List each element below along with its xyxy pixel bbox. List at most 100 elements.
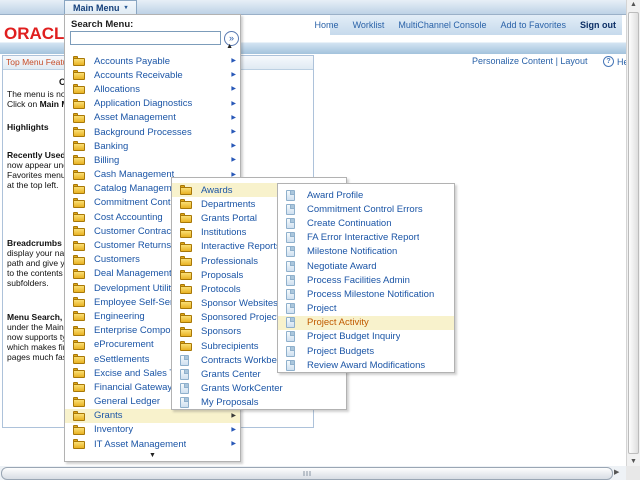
folder-icon (73, 425, 85, 435)
menu-scroll-down-icon[interactable]: ▼ (149, 452, 156, 459)
menu-item-negotiate-award[interactable]: Negotiate Award (278, 259, 454, 273)
menu-item-allocations[interactable]: Allocations ▶ (65, 82, 240, 96)
page-icon (180, 383, 189, 394)
worklist-link[interactable]: Worklist (353, 20, 385, 30)
folder-icon (180, 199, 192, 209)
folder-icon (180, 185, 192, 195)
folder-icon (73, 184, 85, 194)
menu-item-project-budgets[interactable]: Project Budgets (278, 344, 454, 358)
pagelet-text-line: under the Main (7, 322, 69, 332)
folder-icon (73, 439, 85, 449)
menu-item-project[interactable]: Project (278, 302, 454, 316)
scrollbar-right-arrow-icon[interactable]: ▶ (614, 469, 619, 476)
page-icon (286, 190, 295, 201)
pagelet-text-line: path and give you (7, 258, 69, 268)
menu-scroll-up-icon[interactable]: ▲ (226, 43, 233, 50)
pagelet-text-line: Menu Search, (7, 312, 69, 322)
menu-item-banking[interactable]: Banking ▶ (65, 139, 240, 153)
menu-item-grants-workcenter[interactable]: Grants WorkCenter (172, 382, 346, 396)
pagelet-text-line: now supports type (7, 332, 69, 342)
scrollbar-grip (304, 471, 311, 476)
pagelet-text-line: Click on Main Menu (7, 99, 69, 109)
home-link[interactable]: Home (315, 20, 339, 30)
pagelet-text-line: Highlights (7, 122, 69, 132)
folder-icon (73, 56, 85, 66)
add-to-favorites-link[interactable]: Add to Favorites (500, 20, 566, 30)
folder-icon (180, 299, 192, 309)
folder-icon (73, 269, 85, 279)
menu-item-accounts-receivable[interactable]: Accounts Receivable ▶ (65, 68, 240, 82)
search-menu-input[interactable] (70, 31, 221, 45)
folder-icon (180, 228, 192, 238)
menu-item-project-budget-inquiry[interactable]: Project Budget Inquiry (278, 330, 454, 344)
menu-item-process-milestone-notification[interactable]: Process Milestone Notification (278, 287, 454, 301)
main-menu-button[interactable]: Main Menu ▾ (64, 0, 137, 15)
menu-item-award-profile[interactable]: Award Profile (278, 188, 454, 202)
folder-icon (180, 341, 192, 351)
pagelet-text-line: pages much faster. (7, 352, 69, 362)
pagelet-text-line: at the top left. (7, 180, 69, 190)
submenu-arrow-icon: ▶ (231, 129, 236, 135)
scrollbar-down-arrow-icon[interactable]: ▼ (627, 458, 640, 465)
folder-icon (73, 226, 85, 236)
folder-icon (73, 99, 85, 109)
page-icon (286, 360, 295, 371)
pagelet-text-line: Recently Used (7, 150, 69, 160)
submenu-arrow-icon: ▶ (231, 72, 236, 78)
menu-item-milestone-notification[interactable]: Milestone Notification (278, 245, 454, 259)
menu-item-application-diagnostics[interactable]: Application Diagnostics ▶ (65, 97, 240, 111)
submenu-arrow-icon: ▶ (231, 157, 236, 163)
page-icon (286, 331, 295, 342)
help-icon: ? (603, 56, 614, 67)
sign-out-link[interactable]: Sign out (580, 20, 616, 30)
menu-item-billing[interactable]: Billing ▶ (65, 153, 240, 167)
pagelet-text-line: display your navigation (7, 248, 69, 258)
awards-submenu-panel: Award Profile Commitment Control Errors … (277, 183, 455, 373)
menu-item-background-processes[interactable]: Background Processes ▶ (65, 125, 240, 139)
vertical-scrollbar-thumb[interactable] (628, 12, 639, 454)
menu-item-fa-error-interactive-report[interactable]: FA Error Interactive Report (278, 231, 454, 245)
scrollbar-up-arrow-icon[interactable]: ▲ (627, 1, 640, 8)
pagelet-text-line: now appear under (7, 160, 69, 170)
pagelet-body: O The menu is nowClick on Main MenuHighl… (3, 70, 69, 362)
folder-icon (73, 397, 85, 407)
menu-item-it-asset-management[interactable]: IT Asset Management ▶ (65, 437, 240, 451)
folder-icon (73, 155, 85, 165)
menu-item-commitment-control-errors[interactable]: Commitment Control Errors (278, 202, 454, 216)
multichannel-console-link[interactable]: MultiChannel Console (398, 20, 486, 30)
scrollbar-corner (626, 466, 640, 480)
menu-item-process-facilities-admin[interactable]: Process Facilities Admin (278, 273, 454, 287)
page-icon (286, 232, 295, 243)
menu-item-create-continuation[interactable]: Create Continuation (278, 216, 454, 230)
vertical-scrollbar[interactable]: ▲ ▼ (626, 0, 640, 466)
submenu-arrow-icon: ▶ (231, 58, 236, 64)
menu-item-grants[interactable]: Grants ▶ (65, 409, 240, 423)
menu-item-inventory[interactable]: Inventory ▶ (65, 423, 240, 437)
layout-link[interactable]: Layout (560, 56, 587, 66)
pagelet-text-line: The menu is now (7, 89, 69, 99)
menu-item-accounts-payable[interactable]: Accounts Payable ▶ (65, 54, 240, 68)
folder-icon (180, 270, 192, 280)
submenu-arrow-icon: ▶ (231, 115, 236, 121)
horizontal-scrollbar-thumb[interactable] (1, 467, 613, 480)
utility-links-band: Home Worklist MultiChannel Console Add t… (330, 14, 622, 35)
personalize-content-link[interactable]: Personalize Content (472, 56, 553, 66)
menu-item-my-proposals[interactable]: My Proposals (172, 396, 346, 410)
page-icon (180, 355, 189, 366)
folder-icon (180, 213, 192, 223)
page-icon (286, 275, 295, 286)
menu-item-review-award-modifications[interactable]: Review Award Modifications (278, 358, 454, 372)
folder-icon (73, 311, 85, 321)
folder-icon (73, 411, 85, 421)
menu-item-asset-management[interactable]: Asset Management ▶ (65, 111, 240, 125)
page-icon (286, 261, 295, 272)
folder-icon (73, 382, 85, 392)
folder-icon (73, 354, 85, 364)
horizontal-scrollbar[interactable]: ▶ (0, 466, 626, 480)
page-icon (286, 204, 295, 215)
menu-item-project-activity[interactable]: Project Activity (278, 316, 454, 330)
folder-icon (73, 241, 85, 251)
page-icon (286, 218, 295, 229)
page-icon (180, 369, 189, 380)
submenu-arrow-icon: ▶ (231, 101, 236, 107)
